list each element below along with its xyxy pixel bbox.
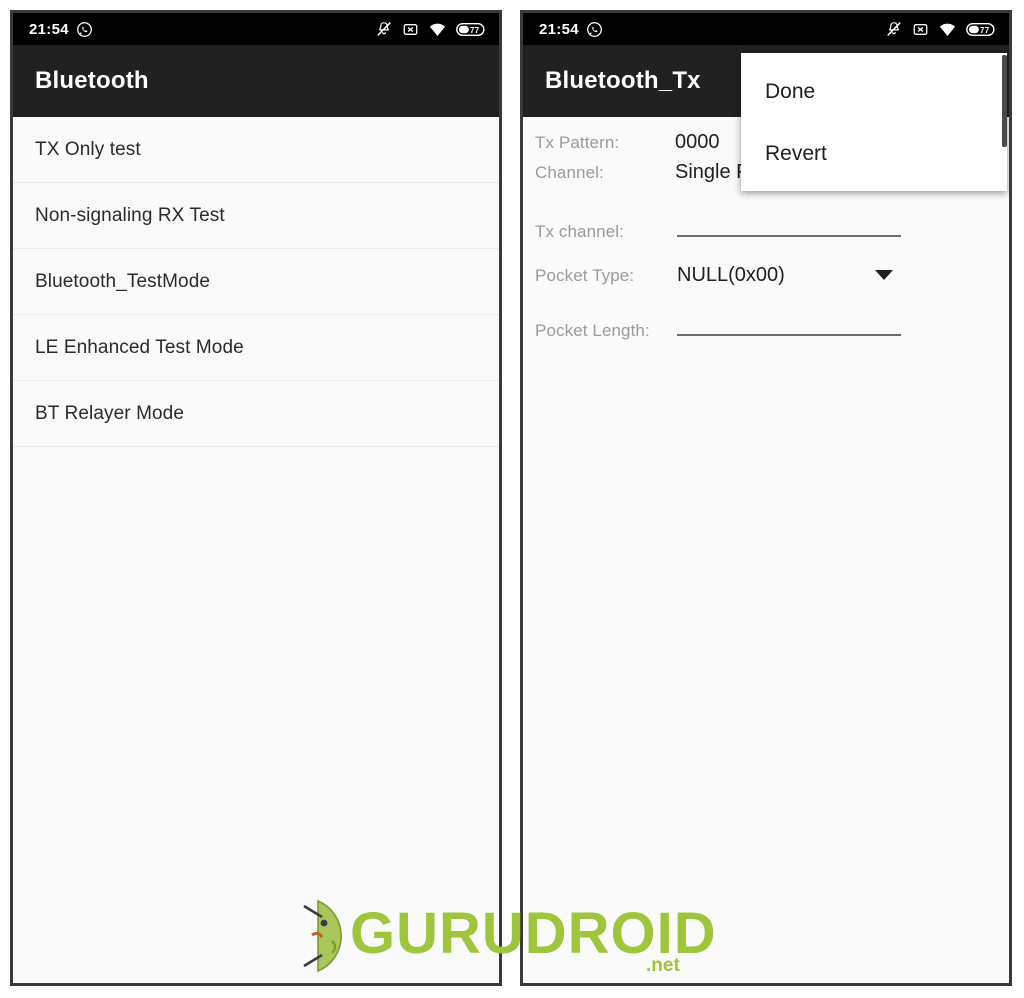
phone-screen-left: 21:54 77 Bluetooth TX Only test Non-sign… bbox=[10, 10, 502, 986]
list-item-bt-relayer-mode[interactable]: BT Relayer Mode bbox=[13, 381, 499, 447]
whatsapp-icon bbox=[76, 21, 93, 38]
vibrate-off-icon bbox=[885, 20, 903, 38]
phone-screen-right: 21:54 77 Bluetooth_Tx Tx Pattern: 0000 C… bbox=[520, 10, 1012, 986]
status-bar-right: 21:54 77 bbox=[523, 13, 1009, 45]
content-left: TX Only test Non-signaling RX Test Bluet… bbox=[13, 117, 499, 983]
status-bar-right-group: 77 bbox=[885, 20, 997, 38]
overflow-menu: Done Revert bbox=[741, 53, 1007, 191]
content-right: Tx Pattern: 0000 Channel: Single Frequen… bbox=[523, 117, 1009, 983]
status-bar-left-group: 21:54 bbox=[29, 21, 93, 38]
overflow-menu-item-done[interactable]: Done bbox=[741, 61, 1007, 123]
list-item-label: Bluetooth_TestMode bbox=[35, 270, 211, 292]
list-item-label: BT Relayer Mode bbox=[35, 402, 184, 424]
channel-label: Channel: bbox=[535, 163, 604, 182]
status-bar-right-group: 77 bbox=[375, 20, 487, 38]
pocket-length-input[interactable] bbox=[677, 308, 901, 336]
row-pocket-length: Pocket Length: bbox=[535, 308, 993, 341]
vibrate-off-icon bbox=[375, 20, 393, 38]
data-off-icon bbox=[912, 21, 929, 38]
overflow-menu-scrollbar[interactable] bbox=[1002, 55, 1007, 147]
list-item-label: TX Only test bbox=[35, 138, 141, 160]
page-title-right: Bluetooth_Tx bbox=[545, 67, 701, 94]
pocket-type-value: NULL(0x00) bbox=[677, 263, 785, 286]
pocket-type-spinner[interactable]: NULL(0x00) bbox=[677, 260, 901, 290]
list-item-label: LE Enhanced Test Mode bbox=[35, 336, 244, 358]
tx-channel-label: Tx channel: bbox=[535, 222, 624, 241]
data-off-icon bbox=[402, 21, 419, 38]
wifi-icon bbox=[428, 21, 447, 38]
pocket-type-label: Pocket Type: bbox=[535, 265, 635, 285]
bluetooth-test-list: TX Only test Non-signaling RX Test Bluet… bbox=[13, 117, 499, 447]
list-item-le-enhanced-test-mode[interactable]: LE Enhanced Test Mode bbox=[13, 315, 499, 381]
status-bar-clock: 21:54 bbox=[29, 20, 69, 38]
svg-text:77: 77 bbox=[470, 25, 480, 34]
screenshot-root: 21:54 77 Bluetooth TX Only test Non-sign… bbox=[0, 0, 1024, 998]
overflow-menu-item-label: Revert bbox=[765, 142, 827, 165]
whatsapp-icon bbox=[586, 21, 603, 38]
overflow-menu-item-label: Done bbox=[765, 80, 816, 103]
battery-icon: 77 bbox=[966, 21, 997, 38]
svg-text:77: 77 bbox=[980, 25, 990, 34]
list-item-tx-only-test[interactable]: TX Only test bbox=[13, 117, 499, 183]
tx-pattern-label: Tx Pattern: bbox=[535, 133, 620, 152]
form-spacer bbox=[535, 242, 993, 260]
status-bar-clock: 21:54 bbox=[539, 20, 579, 38]
page-title-left: Bluetooth bbox=[35, 67, 149, 94]
row-tx-channel: Tx channel: bbox=[535, 209, 993, 242]
form-spacer bbox=[535, 290, 993, 308]
list-item-non-signaling-rx-test[interactable]: Non-signaling RX Test bbox=[13, 183, 499, 249]
chevron-down-icon bbox=[875, 270, 893, 280]
row-pocket-type: Pocket Type: NULL(0x00) bbox=[535, 260, 993, 290]
action-bar-left: Bluetooth bbox=[13, 45, 499, 117]
pocket-length-label: Pocket Length: bbox=[535, 321, 650, 340]
wifi-icon bbox=[938, 21, 957, 38]
tx-pattern-value: 0000 bbox=[675, 131, 720, 153]
overflow-menu-item-revert[interactable]: Revert bbox=[741, 123, 1007, 185]
list-item-bluetooth-testmode[interactable]: Bluetooth_TestMode bbox=[13, 249, 499, 315]
battery-icon: 77 bbox=[456, 21, 487, 38]
status-bar-left: 21:54 77 bbox=[13, 13, 499, 45]
list-item-label: Non-signaling RX Test bbox=[35, 204, 225, 226]
form-spacer bbox=[535, 191, 993, 209]
status-bar-left-group: 21:54 bbox=[539, 21, 603, 38]
tx-channel-input[interactable] bbox=[677, 209, 901, 237]
